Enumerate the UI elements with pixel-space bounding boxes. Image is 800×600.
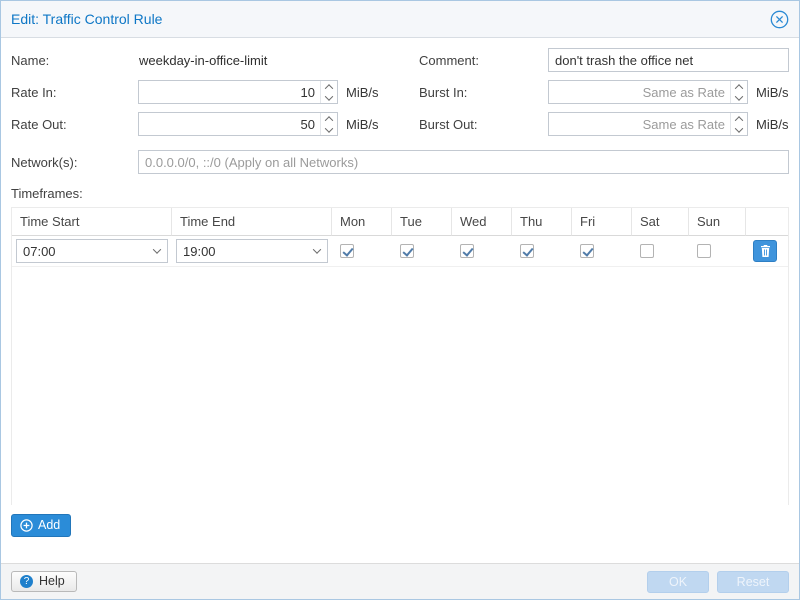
column-header-thu[interactable]: Thu — [512, 208, 572, 236]
chevron-down-icon — [153, 245, 161, 253]
delete-row-button[interactable] — [753, 240, 777, 262]
checkbox-sat[interactable] — [640, 244, 654, 258]
comment-input[interactable] — [548, 48, 789, 72]
networks-input[interactable] — [138, 150, 789, 174]
checkbox-tue[interactable] — [400, 244, 414, 258]
add-button[interactable]: Add — [11, 514, 71, 537]
spin-down-button[interactable] — [321, 92, 337, 103]
column-header-fri[interactable]: Fri — [572, 208, 632, 236]
form-row-rate-in: Rate In: MiB/s Burst In: M — [11, 80, 789, 104]
spin-up-button[interactable] — [321, 113, 337, 124]
timeframes-label: Timeframes: — [11, 186, 789, 201]
checkbox-sun[interactable] — [697, 244, 711, 258]
chevron-down-icon — [325, 92, 333, 100]
rate-in-input[interactable] — [139, 81, 320, 103]
name-label: Name: — [11, 53, 138, 68]
checkbox-wed[interactable] — [460, 244, 474, 258]
chevron-up-icon — [325, 116, 333, 124]
dialog-footer: ? Help OK Reset — [1, 563, 799, 599]
reset-button[interactable]: Reset — [717, 571, 789, 593]
column-header-mon[interactable]: Mon — [332, 208, 392, 236]
spin-up-button[interactable] — [731, 113, 747, 124]
time-start-input[interactable] — [17, 240, 147, 262]
checkbox-fri[interactable] — [580, 244, 594, 258]
form-row-name-comment: Name: weekday-in-office-limit Comment: — [11, 48, 789, 72]
chevron-down-icon — [735, 124, 743, 132]
plus-circle-icon — [20, 519, 33, 532]
column-header-sat[interactable]: Sat — [632, 208, 689, 236]
burst-out-label: Burst Out: — [419, 117, 548, 132]
spin-up-button[interactable] — [321, 81, 337, 92]
trash-icon — [760, 245, 771, 257]
spin-down-button[interactable] — [731, 124, 747, 135]
burst-in-spinners — [730, 81, 747, 103]
rate-in-unit: MiB/s — [346, 85, 383, 100]
close-icon — [770, 10, 789, 29]
column-header-wed[interactable]: Wed — [452, 208, 512, 236]
burst-out-spinfield[interactable] — [548, 112, 748, 136]
rate-out-unit: MiB/s — [346, 117, 383, 132]
name-value: weekday-in-office-limit — [138, 53, 419, 68]
spin-down-button[interactable] — [731, 92, 747, 103]
add-button-label: Add — [38, 518, 60, 532]
timeframe-row — [12, 236, 788, 267]
timeframes-grid-empty-area — [12, 267, 788, 505]
burst-out-spinners — [730, 113, 747, 135]
time-end-input[interactable] — [177, 240, 307, 262]
rate-out-input[interactable] — [139, 113, 320, 135]
help-button-label: Help — [39, 574, 65, 588]
column-header-time-start[interactable]: Time Start — [12, 208, 172, 236]
chevron-down-icon — [313, 245, 321, 253]
column-header-tue[interactable]: Tue — [392, 208, 452, 236]
timeframes-grid-header: Time Start Time End Mon Tue Wed Thu Fri … — [12, 208, 788, 236]
ok-button[interactable]: OK — [647, 571, 709, 593]
form-row-networks: Network(s): — [11, 150, 789, 174]
chevron-up-icon — [325, 84, 333, 92]
spin-down-button[interactable] — [321, 124, 337, 135]
close-button[interactable] — [769, 9, 789, 29]
burst-in-unit: MiB/s — [756, 85, 789, 100]
help-button[interactable]: ? Help — [11, 571, 77, 592]
checkbox-mon[interactable] — [340, 244, 354, 258]
help-icon: ? — [20, 575, 33, 588]
time-end-combo[interactable] — [176, 239, 328, 263]
rate-in-label: Rate In: — [11, 85, 138, 100]
rate-out-spinfield[interactable] — [138, 112, 338, 136]
chevron-up-icon — [735, 116, 743, 124]
time-start-combo[interactable] — [16, 239, 168, 263]
burst-out-input[interactable] — [549, 113, 730, 135]
column-header-sun[interactable]: Sun — [689, 208, 746, 236]
dialog-titlebar: Edit: Traffic Control Rule — [1, 1, 799, 38]
burst-in-label: Burst In: — [419, 85, 548, 100]
rate-out-label: Rate Out: — [11, 117, 138, 132]
rate-in-spinners — [320, 81, 337, 103]
burst-in-input[interactable] — [549, 81, 730, 103]
column-header-actions — [746, 208, 788, 236]
rate-in-spinfield[interactable] — [138, 80, 338, 104]
chevron-down-icon — [325, 124, 333, 132]
column-header-time-end[interactable]: Time End — [172, 208, 332, 236]
form-row-rate-out: Rate Out: MiB/s Burst Out: — [11, 112, 789, 136]
spin-up-button[interactable] — [731, 81, 747, 92]
dialog-title: Edit: Traffic Control Rule — [11, 11, 769, 27]
checkbox-thu[interactable] — [520, 244, 534, 258]
burst-out-unit: MiB/s — [756, 117, 789, 132]
chevron-down-icon — [735, 92, 743, 100]
comment-label: Comment: — [419, 53, 548, 68]
edit-traffic-control-rule-dialog: Edit: Traffic Control Rule Name: weekday… — [0, 0, 800, 600]
rate-out-spinners — [320, 113, 337, 135]
networks-label: Network(s): — [11, 155, 138, 170]
timeframes-grid: Time Start Time End Mon Tue Wed Thu Fri … — [11, 207, 789, 505]
burst-in-spinfield[interactable] — [548, 80, 748, 104]
chevron-up-icon — [735, 84, 743, 92]
dialog-body: Name: weekday-in-office-limit Comment: R… — [1, 38, 799, 547]
